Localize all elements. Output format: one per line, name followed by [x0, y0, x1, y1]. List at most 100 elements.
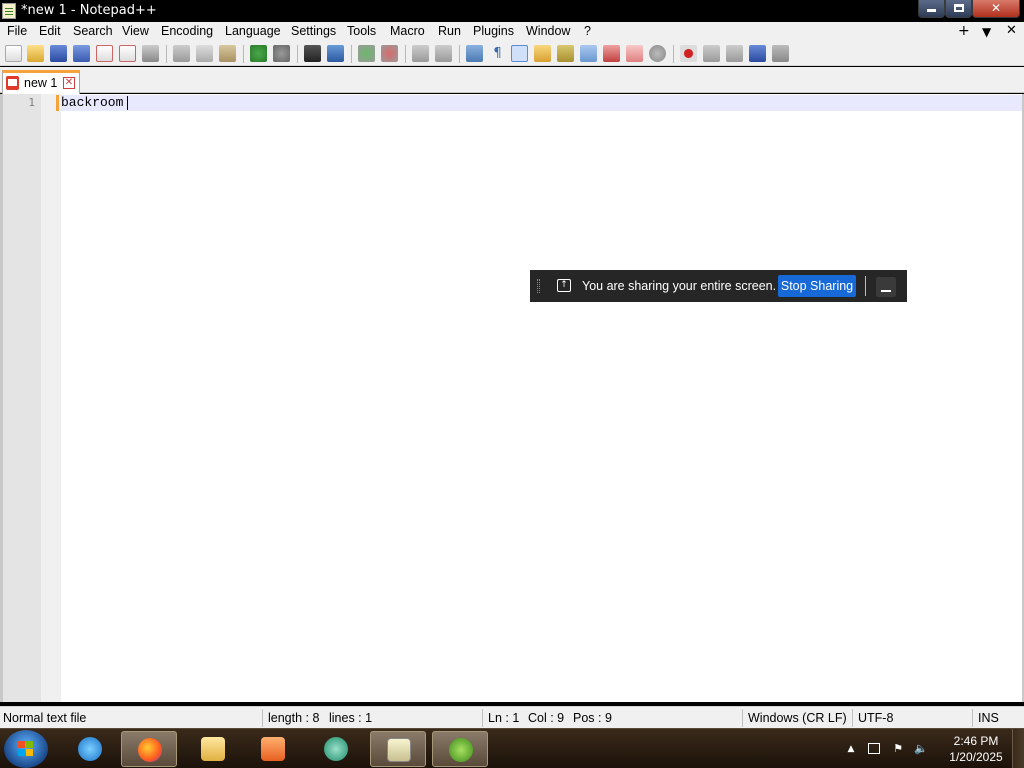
paste-icon[interactable]	[219, 45, 236, 62]
menu-language[interactable]: Language	[225, 24, 281, 38]
stop-recording-icon[interactable]	[703, 45, 720, 62]
playback-icon[interactable]	[726, 45, 743, 62]
taskbar-internet-explorer[interactable]	[62, 731, 118, 767]
word-wrap-icon[interactable]	[466, 45, 483, 62]
close-icon[interactable]	[96, 45, 113, 62]
menu-macro[interactable]: Macro	[390, 24, 425, 38]
volume-icon[interactable]: 🔈	[914, 742, 928, 756]
restore-icon	[953, 4, 964, 12]
new-file-icon[interactable]	[5, 45, 22, 62]
restore-button[interactable]	[945, 0, 972, 18]
sync-horizontal-icon[interactable]	[435, 45, 452, 62]
menu-edit[interactable]: Edit	[39, 24, 61, 38]
taskbar-firefox[interactable]	[121, 731, 177, 767]
text-caret	[127, 96, 128, 110]
menu-tools[interactable]: Tools	[347, 24, 376, 38]
open-file-icon[interactable]	[27, 45, 44, 62]
stop-sharing-button[interactable]: Stop Sharing	[778, 275, 856, 297]
tab-close-icon[interactable]: ✕	[63, 77, 75, 89]
user-defined-language-icon[interactable]	[534, 45, 551, 62]
tab-list-dropdown-icon[interactable]: ▼	[982, 25, 991, 39]
drag-handle-icon[interactable]	[537, 279, 540, 293]
print-icon[interactable]	[142, 45, 159, 62]
system-tray: ▲ ⚑ 🔈 2:46 PM 1/20/2025	[840, 729, 1024, 768]
run-macro-multiple-icon[interactable]	[749, 45, 766, 62]
tab-label: new 1	[24, 76, 58, 90]
menu-encoding[interactable]: Encoding	[161, 24, 213, 38]
taskbar-notepadpp-plugin[interactable]	[432, 731, 488, 767]
editor-area[interactable]: 1 backroom	[0, 94, 1024, 702]
toolbar-separator	[243, 45, 244, 63]
status-encoding[interactable]: UTF-8	[858, 711, 893, 725]
minimize-icon	[927, 9, 936, 12]
menu-settings[interactable]: Settings	[291, 24, 336, 38]
hide-share-bar-button[interactable]	[876, 277, 896, 297]
clock-time[interactable]: 2:46 PM	[940, 734, 1012, 748]
monitoring-icon[interactable]	[649, 45, 666, 62]
show-all-characters-icon[interactable]: ¶	[489, 45, 506, 62]
show-hidden-icons-arrow-icon[interactable]: ▲	[844, 742, 858, 756]
zoom-out-icon[interactable]	[381, 45, 398, 62]
close-document-icon[interactable]: ✕	[1006, 23, 1017, 38]
redo-icon[interactable]	[273, 45, 290, 62]
notepadpp-plugin-icon	[449, 738, 473, 762]
toolbar-separator	[351, 45, 352, 63]
document-list-icon[interactable]	[580, 45, 597, 62]
menu-search[interactable]: Search	[73, 24, 113, 38]
indent-guide-icon[interactable]	[511, 45, 528, 62]
notepadpp-app-icon[interactable]	[2, 3, 16, 19]
menu-bar: File Edit Search View Encoding Language …	[0, 22, 1024, 42]
media-player-icon	[261, 737, 285, 761]
screen-share-bar: ↑ You are sharing your entire screen. St…	[530, 270, 907, 302]
notepadpp-icon	[387, 738, 411, 762]
start-button[interactable]	[4, 730, 48, 768]
status-separator	[482, 709, 483, 727]
editor-text-line[interactable]: backroom	[61, 95, 123, 111]
replace-icon[interactable]	[327, 45, 344, 62]
status-lines: lines : 1	[329, 711, 373, 725]
close-window-button[interactable]: ✕	[972, 0, 1020, 18]
save-macro-icon[interactable]	[772, 45, 789, 62]
action-center-flag-icon[interactable]: ⚑	[891, 742, 905, 756]
network-icon[interactable]	[868, 743, 880, 754]
toolbar-separator	[405, 45, 406, 63]
toolbar-separator	[459, 45, 460, 63]
current-line-highlight	[61, 95, 1022, 111]
menu-run[interactable]: Run	[438, 24, 461, 38]
menu-help[interactable]: ?	[584, 24, 591, 38]
minimize-button[interactable]	[918, 0, 945, 18]
function-list-icon[interactable]	[603, 45, 620, 62]
status-line: Ln : 1	[488, 711, 520, 725]
sync-vertical-icon[interactable]	[412, 45, 429, 62]
menu-window[interactable]: Window	[526, 24, 570, 38]
menu-plugins[interactable]: Plugins	[473, 24, 514, 38]
folder-as-workspace-icon[interactable]	[626, 45, 643, 62]
zoom-in-icon[interactable]	[358, 45, 375, 62]
save-icon[interactable]	[50, 45, 67, 62]
close-all-icon[interactable]	[119, 45, 136, 62]
fold-margin[interactable]	[41, 94, 61, 702]
record-macro-icon[interactable]	[680, 45, 697, 62]
save-all-icon[interactable]	[73, 45, 90, 62]
undo-icon[interactable]	[250, 45, 267, 62]
minimize-icon	[881, 290, 891, 292]
document-map-icon[interactable]	[557, 45, 574, 62]
toolbar: ¶	[0, 42, 1024, 66]
cut-icon[interactable]	[173, 45, 190, 62]
taskbar-media-player[interactable]	[245, 731, 301, 767]
status-eol-format[interactable]: Windows (CR LF)	[748, 711, 847, 725]
clock-date[interactable]: 1/20/2025	[940, 750, 1012, 764]
file-explorer-icon	[201, 737, 225, 761]
status-separator	[972, 709, 973, 727]
taskbar-browser[interactable]	[308, 731, 364, 767]
taskbar-file-explorer[interactable]	[185, 731, 241, 767]
menu-view[interactable]: View	[122, 24, 149, 38]
find-icon[interactable]	[304, 45, 321, 62]
tab-new-1[interactable]: new 1 ✕	[2, 70, 80, 94]
new-tab-plus-icon[interactable]: +	[958, 23, 970, 39]
show-desktop-button[interactable]	[1012, 729, 1024, 768]
menu-file[interactable]: File	[7, 24, 27, 38]
status-column: Col : 9	[528, 711, 565, 725]
taskbar-notepadpp[interactable]	[370, 731, 426, 767]
copy-icon[interactable]	[196, 45, 213, 62]
